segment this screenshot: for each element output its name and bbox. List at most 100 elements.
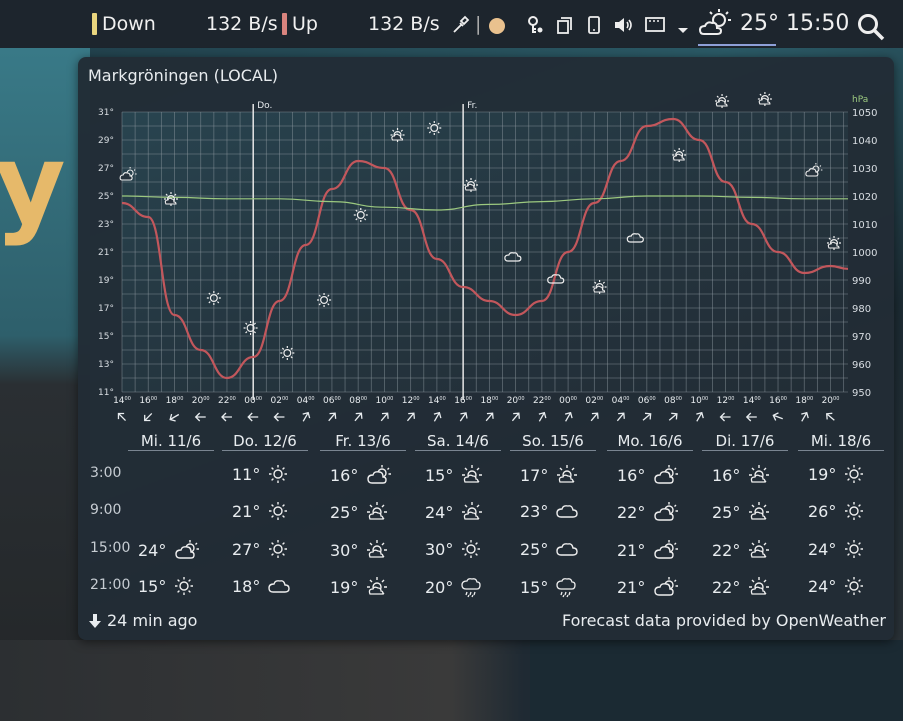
x-hour-label: 1600 bbox=[139, 396, 157, 406]
mostly-sunny-icon bbox=[748, 576, 770, 598]
forecast-cell: 21° bbox=[232, 501, 288, 521]
color-picker-icon[interactable] bbox=[450, 15, 470, 40]
wind-arrow-icon bbox=[538, 411, 547, 422]
desktop-window-edge bbox=[530, 640, 903, 721]
sun-icon bbox=[268, 539, 288, 559]
y-left-tick: 21° bbox=[98, 248, 114, 258]
wind-arrow-icon bbox=[459, 412, 468, 422]
mostly-sunny-icon bbox=[748, 464, 770, 486]
sun-icon bbox=[461, 539, 481, 559]
forecast-cell: 20° bbox=[425, 576, 483, 598]
forecast-cell: 21° bbox=[617, 576, 679, 598]
y-left-tick: 17° bbox=[98, 304, 114, 314]
forecast-cell: 15° bbox=[138, 576, 194, 596]
partly-cloudy-icon bbox=[653, 539, 679, 561]
forecast-temperature: 30° bbox=[425, 539, 454, 559]
weather-popup: Markgröningen (LOCAL) Do. Fr. 31° 29° 27° 25°… bbox=[78, 57, 894, 640]
wind-arrow-icon bbox=[719, 412, 731, 422]
sun-icon bbox=[174, 576, 194, 596]
x-hour-label: 0000 bbox=[244, 396, 262, 406]
wind-arrow-icon bbox=[273, 412, 285, 422]
chevron-down-icon[interactable] bbox=[677, 19, 689, 41]
day-header: Fr. 13/6 bbox=[335, 432, 391, 450]
partly-cloudy-icon bbox=[366, 464, 392, 486]
data-credit[interactable]: Forecast data provided by OpenWeather bbox=[562, 611, 886, 630]
forecast-cell: 11° bbox=[232, 464, 288, 484]
clipboard-icon[interactable] bbox=[556, 15, 574, 40]
forecast-cell: 16° bbox=[330, 464, 392, 486]
forecast-cell: 17° bbox=[520, 464, 578, 486]
network-down-indicator[interactable]: Down bbox=[92, 13, 156, 35]
wind-arrow-icon bbox=[564, 411, 573, 422]
time-row-label: 21:00 bbox=[90, 577, 131, 593]
x-hour-label: 1600 bbox=[769, 396, 787, 406]
forecast-cell: 18° bbox=[232, 576, 292, 596]
last-update-text: 24 min ago bbox=[107, 611, 198, 630]
y-left-tick: 29° bbox=[98, 136, 114, 146]
panel-temperature[interactable]: 25° bbox=[740, 11, 779, 36]
forecast-cell: 30° bbox=[330, 539, 388, 561]
y-right-tick: 960 bbox=[852, 360, 871, 371]
network-up-indicator[interactable]: Up bbox=[282, 13, 318, 35]
forecast-cell: 25° bbox=[712, 501, 770, 523]
time-row-label: 9:00 bbox=[90, 502, 122, 518]
day-marker-label: Fr. bbox=[467, 101, 477, 111]
forecast-temperature: 15° bbox=[138, 576, 167, 596]
forecast-temperature: 16° bbox=[712, 465, 741, 485]
x-hour-label: 1000 bbox=[375, 396, 393, 406]
weather-partly-cloudy-icon[interactable] bbox=[698, 8, 734, 45]
panel-clock[interactable]: 15:50 bbox=[786, 11, 849, 36]
mostly-sunny-icon bbox=[748, 501, 770, 523]
status-dot-icon[interactable] bbox=[488, 17, 506, 40]
forecast-cell: 26° bbox=[808, 501, 864, 521]
forecast-cell: 24° bbox=[808, 539, 864, 559]
down-bar bbox=[92, 13, 97, 35]
y-right-tick: 1010 bbox=[852, 220, 877, 231]
x-hour-label: 1800 bbox=[480, 396, 498, 406]
x-hour-label: 0400 bbox=[612, 396, 630, 406]
partly-cloudy-icon bbox=[758, 92, 772, 106]
forecast-temperature: 22° bbox=[712, 540, 741, 560]
x-hour-label: 0400 bbox=[297, 396, 315, 406]
phone-icon[interactable] bbox=[586, 15, 602, 40]
key-icon[interactable] bbox=[526, 15, 546, 40]
wind-arrow-icon bbox=[221, 412, 232, 422]
y-right-tick: 970 bbox=[852, 332, 871, 343]
forecast-temperature: 26° bbox=[808, 501, 837, 521]
forecast-cell: 16° bbox=[712, 464, 770, 486]
forecast-cell: 15° bbox=[425, 464, 483, 486]
y-right-tick: 1030 bbox=[852, 164, 877, 175]
wind-arrow-icon bbox=[194, 412, 206, 422]
day-underline bbox=[702, 450, 788, 451]
forecast-temperature: 16° bbox=[617, 465, 646, 485]
cloud-icon bbox=[556, 501, 580, 521]
wind-arrow-icon bbox=[302, 411, 311, 422]
panel-separator: | bbox=[475, 13, 482, 35]
screen-icon[interactable] bbox=[644, 16, 666, 39]
wind-arrow-icon bbox=[696, 411, 704, 422]
partly-cloudy-icon bbox=[653, 464, 679, 486]
last-update[interactable]: 24 min ago bbox=[88, 611, 197, 630]
forecast-temperature: 22° bbox=[712, 577, 741, 597]
forecast-cell: 19° bbox=[808, 464, 864, 484]
top-panel: Down 132 B/s Up 132 B/s | 25° 15:50 bbox=[0, 0, 903, 48]
x-hour-label: 0000 bbox=[559, 396, 577, 406]
x-hour-label: 0800 bbox=[664, 396, 682, 406]
partly-cloudy-icon bbox=[174, 539, 200, 561]
x-hour-label: 1800 bbox=[795, 396, 813, 406]
wind-arrow-icon bbox=[668, 412, 678, 421]
partly-cloudy-icon bbox=[653, 576, 679, 598]
day-underline bbox=[222, 450, 308, 451]
forecast-cell: 25° bbox=[520, 539, 580, 559]
forecast-temperature: 25° bbox=[712, 502, 741, 522]
wind-arrow-icon bbox=[590, 412, 599, 422]
forecast-temperature: 23° bbox=[520, 501, 549, 521]
wind-arrow-icon bbox=[485, 412, 494, 422]
x-hour-label: 1400 bbox=[428, 396, 446, 406]
day-underline bbox=[798, 450, 884, 451]
wind-arrow-icon bbox=[406, 412, 416, 422]
y-left-tick: 27° bbox=[98, 164, 114, 174]
search-icon[interactable] bbox=[856, 12, 886, 47]
volume-icon[interactable] bbox=[612, 15, 634, 40]
x-hour-label: 0800 bbox=[349, 396, 367, 406]
